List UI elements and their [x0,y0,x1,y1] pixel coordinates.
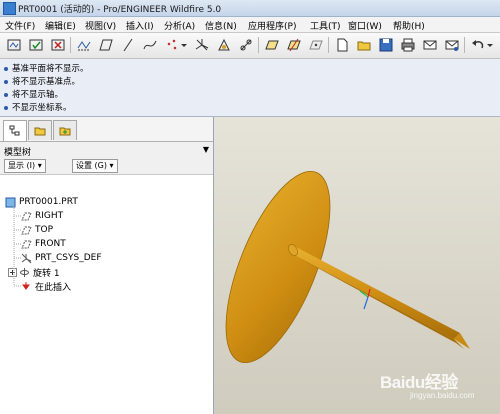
message-area: 基准平面将不显示。 将不显示基准点。 将不显示轴。 不显示坐标系。 [0,59,500,117]
tab-folder-browser[interactable] [28,120,52,140]
show-dropdown[interactable]: 显示 (I) ▾ [4,159,46,173]
navigator-tabs [0,117,213,142]
watermark-url: jingyan.baidu.com [410,391,475,400]
undo-dropdown-chevron-icon[interactable] [486,37,494,53]
tree-node-front[interactable]: FRONT [20,237,66,251]
rivet-shaft[interactable] [287,243,470,349]
datum-axis-display-icon[interactable] [286,37,302,53]
coordinate-system-icon[interactable] [194,37,210,53]
menu-help[interactable]: 帮助(H) [393,19,425,32]
new-file-icon[interactable] [334,37,350,53]
tree-node-csys[interactable]: PRT_CSYS_DEF [20,251,102,265]
menu-analysis[interactable]: 分析(A) [164,19,195,32]
send-mail-icon[interactable] [422,37,438,53]
verify-icon[interactable] [28,37,44,53]
sketch-grid-icon[interactable] [76,37,92,53]
bullet-icon [4,79,8,84]
model-tree-icon [9,125,20,136]
toolbar-separator [464,37,465,53]
menu-insert[interactable]: 插入(I) [126,19,154,32]
watermark-logo: Baidu经验 [380,373,458,392]
menu-view[interactable]: 视图(V) [85,19,116,32]
bullet-icon [4,66,8,71]
toolbar-separator [328,37,329,53]
undo-icon[interactable] [470,37,486,53]
tab-favorites[interactable] [53,120,77,140]
message-line: 基准平面将不显示。 [4,62,89,74]
tree-menu-chevron-icon[interactable]: ▼ [203,145,209,154]
point-dropdown-chevron-icon[interactable] [180,37,188,53]
tree-connector-lines [13,202,21,287]
menu-applications[interactable]: 应用程序(P) [248,19,296,32]
datum-plane-display-icon[interactable] [264,37,280,53]
message-line: 将不显示基准点。 [4,75,80,87]
model-tree-header: 模型树 ▼ 显示 (I) ▾ 设置 (G) ▾ [0,142,213,175]
tree-node-insert-here[interactable]: 在此插入 [20,279,71,293]
favorites-folder-icon [59,127,71,135]
menu-bar: 文件(F) 编辑(E) 视图(V) 插入(I) 分析(A) 信息(N) 应用程序… [0,17,500,33]
menu-file[interactable]: 文件(F) [5,19,35,32]
toolbar-separator [258,37,259,53]
analysis-feature-icon[interactable] [216,37,232,53]
regenerate-icon[interactable] [6,37,22,53]
window-title: PRT0001 (活动的) - Pro/ENGINEER Wildfire 5.… [18,5,222,15]
folder-browser-icon [34,127,46,135]
model-tree-title: 模型树 [4,148,32,158]
bullet-icon [4,105,8,110]
toolbar [0,33,500,59]
datum-axis-icon[interactable] [120,37,136,53]
save-icon[interactable] [378,37,394,53]
app-icon [3,2,16,15]
menu-edit[interactable]: 编辑(E) [45,19,76,32]
tab-model-tree[interactable] [3,120,27,141]
message-line: 不显示坐标系。 [4,101,72,113]
title-bar: PRT0001 (活动的) - Pro/ENGINEER Wildfire 5.… [0,0,500,17]
datum-point-display-icon[interactable] [308,37,324,53]
menu-tools[interactable]: 工具(T) [310,19,341,32]
mail-attachment-icon[interactable] [444,37,460,53]
datum-point-icon[interactable] [164,37,180,53]
print-icon[interactable] [400,37,416,53]
open-folder-icon[interactable] [356,37,372,53]
toolbar-separator [70,37,71,53]
datum-curve-icon[interactable] [142,37,158,53]
close-window-icon[interactable] [50,37,66,53]
tree-node-right[interactable]: RIGHT [20,209,63,223]
bullet-icon [4,92,8,97]
message-line: 将不显示轴。 [4,88,63,100]
settings-dropdown[interactable]: 设置 (G) ▾ [72,159,118,173]
menu-info[interactable]: 信息(N) [205,19,237,32]
menu-window[interactable]: 窗口(W) [348,19,382,32]
tree-node-top[interactable]: TOP [20,223,53,237]
navigator-panel: 模型树 ▼ 显示 (I) ▾ 设置 (G) ▾ PRT0001.PRT RIGH… [0,117,214,414]
reference-icon[interactable] [238,37,254,53]
datum-plane-icon[interactable] [98,37,114,53]
